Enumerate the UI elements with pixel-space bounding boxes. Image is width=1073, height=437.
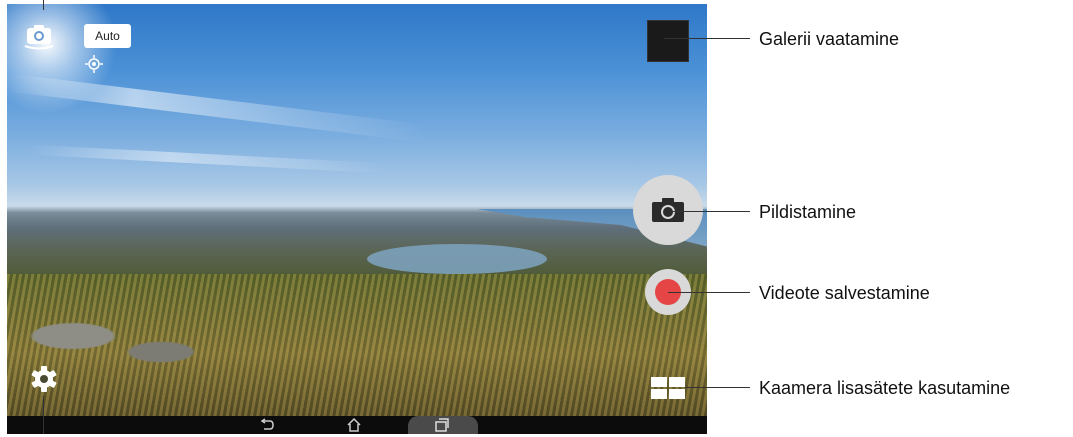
callout-line-extras bbox=[685, 387, 750, 388]
callout-line-gallery bbox=[664, 38, 750, 39]
callout-line-camera-switch bbox=[43, 0, 44, 10]
scene-mode-chip[interactable]: Auto bbox=[84, 24, 131, 48]
grid-icon[interactable] bbox=[651, 377, 685, 399]
callout-label-extras: Kaamera lisasätete kasutamine bbox=[759, 378, 1011, 398]
cloud-streak bbox=[26, 144, 388, 174]
grid-cell bbox=[651, 377, 667, 387]
shutter-button[interactable] bbox=[633, 175, 703, 245]
back-icon[interactable] bbox=[259, 418, 275, 432]
lagoon bbox=[367, 244, 547, 274]
focus-target-icon[interactable] bbox=[85, 55, 103, 73]
camera-viewfinder[interactable] bbox=[7, 4, 707, 434]
callout-label-gallery: Galerii vaatamine bbox=[759, 29, 900, 49]
home-icon[interactable] bbox=[346, 417, 362, 432]
gear-icon[interactable] bbox=[30, 365, 58, 393]
recents-icon[interactable] bbox=[434, 418, 450, 432]
camera-icon bbox=[652, 198, 684, 222]
camera-switch-icon[interactable] bbox=[22, 20, 56, 50]
grid-cell bbox=[651, 389, 667, 399]
callout-line-settings bbox=[43, 396, 44, 434]
callout-line-photo bbox=[670, 211, 750, 212]
gallery-thumbnail-button[interactable] bbox=[647, 20, 689, 62]
callout-label-video: Videote salvestamine bbox=[759, 283, 930, 303]
callout-line-video bbox=[668, 292, 750, 293]
callout-label-photo: Pildistamine bbox=[759, 202, 857, 222]
grid-cell bbox=[669, 389, 685, 399]
grid-cell bbox=[669, 377, 685, 387]
